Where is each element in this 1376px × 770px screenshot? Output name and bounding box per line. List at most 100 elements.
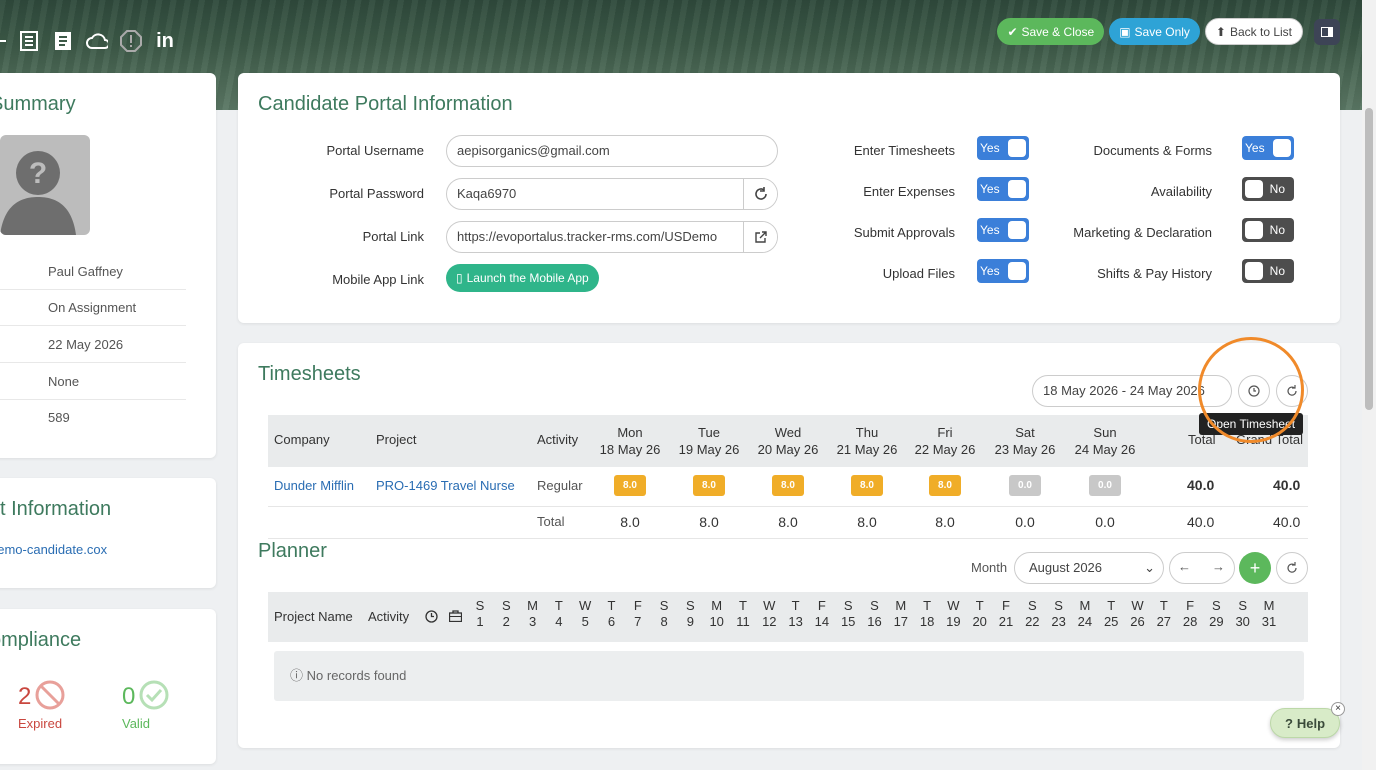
hours-badge[interactable]: 0.0 [1089,475,1121,496]
contact-email[interactable]: demo-candidate.cox [0,542,107,557]
documents-forms-toggle[interactable]: Yes [1242,136,1294,160]
hours-badge[interactable]: 8.0 [693,475,725,496]
portal-username-field[interactable]: aepisorganics@gmail.com [446,135,778,167]
planner-day-letter: T [739,598,747,613]
add-planner-button[interactable]: + [1239,552,1271,584]
hours-badge[interactable]: 8.0 [772,475,804,496]
planner-title: Planner [258,540,327,562]
hours-badge[interactable]: 0.0 [1009,475,1041,496]
linkedin-icon[interactable]: in [154,30,176,52]
scrollbar[interactable] [1362,0,1376,770]
planner-day-header: T 18 [914,598,940,630]
day-total: 8.0 [778,514,798,530]
planner-day-letter: T [607,598,616,613]
day-date: 18 May 26 [599,442,661,457]
planner-day-header: T 27 [1151,598,1177,630]
valid-count[interactable]: 0 [122,683,135,711]
back-to-list-button[interactable]: ⬆ Back to List [1204,18,1303,45]
col-project-name: Project Name [274,609,353,624]
summary-row: Paul Gaffney [0,254,186,290]
toggle-label: Availability [1150,184,1212,199]
planner-day-number: 13 [788,614,803,629]
warning-icon[interactable] [120,30,142,52]
day-total: 0.0 [1015,514,1035,530]
enter-expenses-toggle[interactable]: Yes [977,177,1029,201]
external-link-icon[interactable] [743,222,777,252]
list-icon[interactable] [18,30,40,52]
planner-day-letter: S [1238,598,1248,613]
enter-timesheets-toggle[interactable]: Yes [977,136,1029,160]
planner-day-number: 11 [736,614,750,629]
planner-day-header: T6 [599,598,625,630]
prev-month-icon[interactable]: ← [1178,559,1191,574]
portal-password-field[interactable]: Kaqa6970 [446,178,778,210]
totals-label: Total [537,514,565,529]
planner-day-number: 26 [1130,614,1145,629]
hours-badge[interactable]: 8.0 [614,475,646,496]
document-icon[interactable] [52,30,74,52]
refresh-icon [1287,562,1297,573]
day-name: Wed [774,425,802,440]
totals-grand-total: 40.0 [1273,514,1301,530]
planner-day-letter: S [501,598,511,613]
help-button[interactable]: ? Help [1270,708,1340,738]
ban-icon [34,679,66,714]
cloud-icon[interactable] [86,30,108,52]
briefcase-icon [448,610,463,625]
day-date: 23 May 26 [994,442,1056,457]
next-month-icon[interactable]: → [1212,559,1225,574]
portal-title: Candidate Portal Information [258,93,513,115]
planner-day-letter: S [1054,598,1063,613]
upload-files-toggle[interactable]: Yes [977,259,1029,283]
summary-row: None [0,364,186,400]
toggle-label: Submit Approvals [853,225,955,240]
scrollbar-thumb[interactable] [1365,108,1373,410]
day-name: Sat [1015,425,1035,440]
launch-mobile-app-button[interactable]: ▯ Launch the Mobile App [446,264,599,292]
expired-count[interactable]: 2 [18,683,31,711]
hours-badge[interactable]: 8.0 [929,475,961,496]
planner-day-letter: T [554,598,563,613]
marketing-toggle[interactable]: No [1242,218,1294,242]
planner-day-header: S2 [493,598,519,630]
submit-approvals-toggle[interactable]: Yes [977,218,1029,242]
toggle-label: Upload Files [882,266,955,281]
day-name: Fri [937,425,953,440]
save-close-button[interactable]: ✔ Save & Close [997,18,1105,45]
day-date: 22 May 26 [914,442,976,457]
planner-day-header: T 13 [783,598,809,630]
col-company: Company [274,432,330,447]
portal-link-label: Portal Link [362,229,424,244]
chevron-down-icon: ⌄ [1144,560,1155,575]
hours-badge[interactable]: 8.0 [851,475,883,496]
floppy-icon: ▣ [1119,24,1131,39]
planner-day-header: T 20 [967,598,993,630]
company-link[interactable]: Dunder Mifflin [274,478,354,493]
arrow-icon[interactable] [0,30,6,52]
planner-day-number: 2 [502,614,510,629]
planner-day-number: 18 [919,614,935,629]
shifts-pay-toggle[interactable]: No [1242,259,1294,283]
portal-link-field[interactable]: https://evoportalus.tracker-rms.com/USDe… [446,221,778,253]
planner-day-header: S 22 [1019,598,1045,630]
panel-toggle-icon[interactable] [1314,18,1340,45]
planner-day-header: S 29 [1203,598,1229,630]
portal-username-label: Portal Username [326,143,424,158]
toggle-label: Documents & Forms [1093,143,1212,158]
planner-day-number: 15 [840,614,856,629]
toggle-label: Enter Expenses [863,184,955,199]
save-only-button[interactable]: ▣ Save Only [1109,18,1200,45]
project-link[interactable]: PRO-1469 Travel Nurse [376,478,515,493]
planner-day-letter: T [923,598,932,613]
arrow-up-icon: ⬆ [1215,24,1226,39]
availability-toggle[interactable]: No [1242,177,1294,201]
col-day: Wed 20 May 26 [748,424,828,458]
col-day: Mon 18 May 26 [590,424,670,458]
refresh-icon[interactable] [743,179,777,209]
month-select[interactable]: August 2026 ⌄ [1014,552,1164,584]
help-close-icon[interactable]: × [1331,702,1345,716]
planner-day-header: S1 [467,598,493,630]
portal-card: Candidate Portal Information Portal User… [238,73,1340,323]
planner-day-header: W 26 [1125,598,1151,630]
refresh-planner-button[interactable] [1276,552,1308,584]
